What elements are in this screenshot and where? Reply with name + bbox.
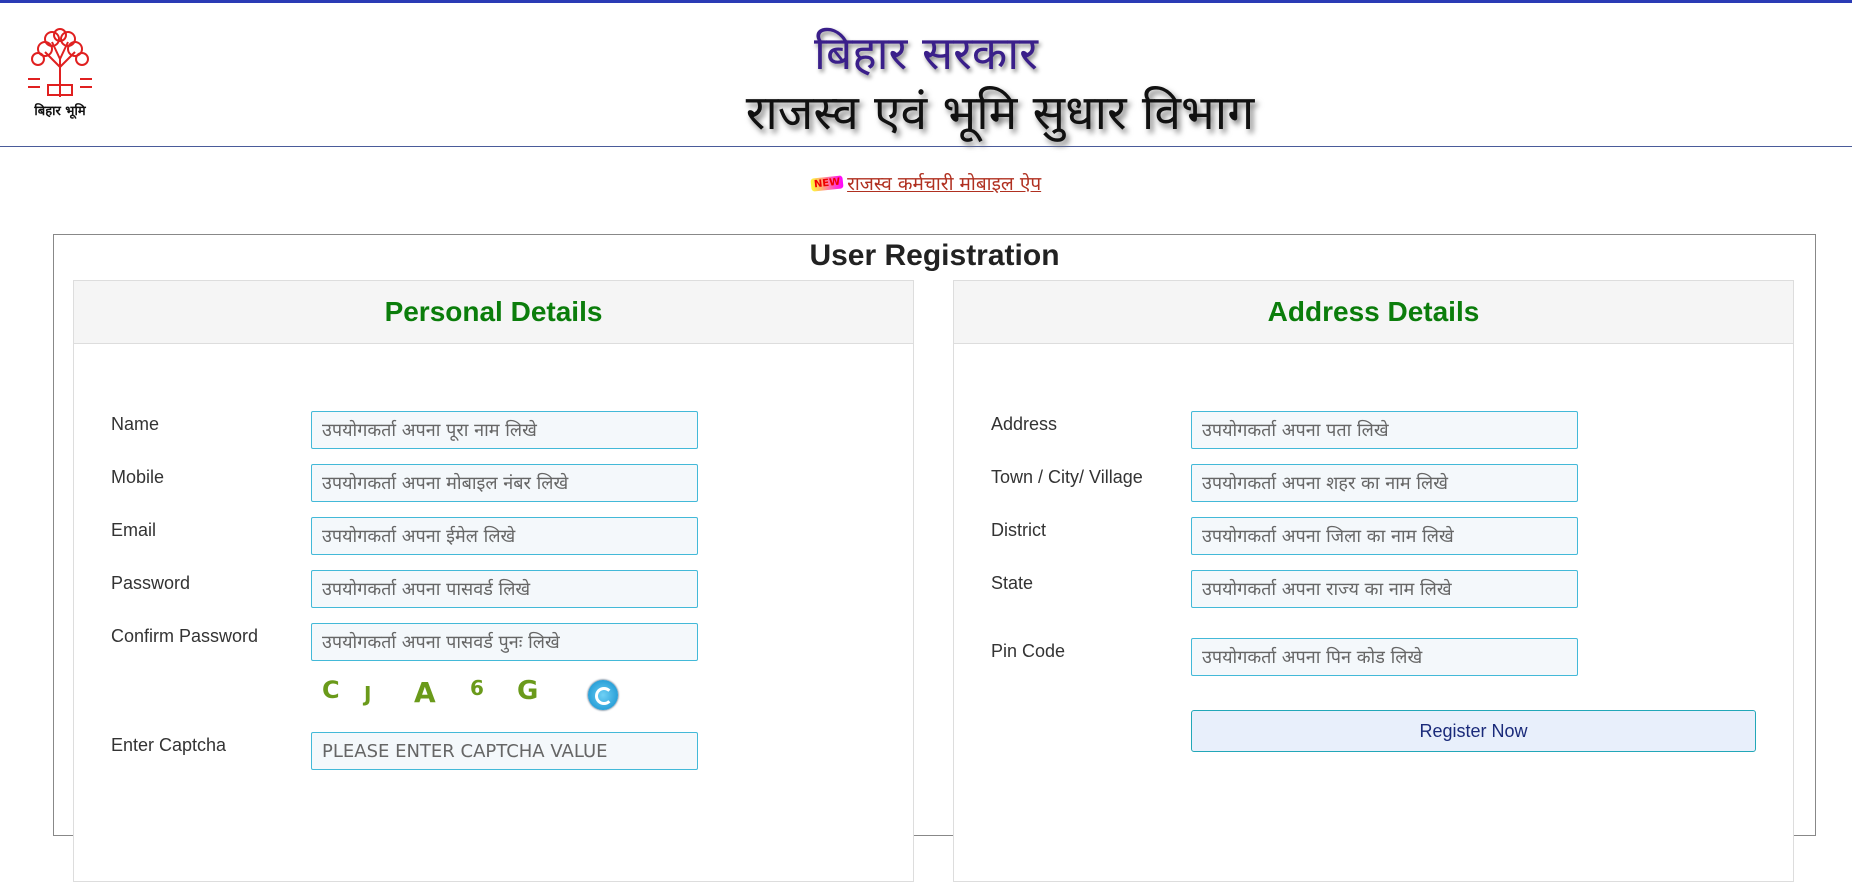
personal-details-heading: Personal Details	[74, 281, 913, 344]
name-input[interactable]	[311, 411, 698, 449]
captcha-char: A	[414, 676, 436, 709]
town-label: Town / City/ Village	[991, 467, 1143, 487]
state-label: State	[991, 573, 1034, 593]
mobile-app-link-row: NEW राजस्व कर्मचारी मोबाइल ऐप	[0, 170, 1852, 196]
mobile-app-link[interactable]: राजस्व कर्मचारी मोबाइल ऐप	[847, 173, 1041, 195]
mobile-label: Mobile	[111, 467, 165, 487]
password-label: Password	[111, 573, 191, 593]
mobile-input[interactable]	[311, 464, 698, 502]
password-input[interactable]	[311, 570, 698, 608]
captcha-label: Enter Captcha	[111, 735, 227, 755]
address-input[interactable]	[1191, 411, 1578, 449]
pin-code-label: Pin Code	[991, 641, 1066, 661]
town-input[interactable]	[1191, 464, 1578, 502]
captcha-char: C	[322, 676, 340, 704]
captcha-refresh-icon[interactable]	[588, 680, 618, 710]
header-title-department: राजस्व एवं भूमि सुधार विभाग	[745, 85, 1255, 141]
registration-form-container: User Registration Personal Details Name …	[53, 234, 1816, 882]
address-details-heading: Address Details	[954, 281, 1793, 344]
captcha-char: 6	[470, 676, 484, 700]
district-input[interactable]	[1191, 517, 1578, 555]
district-label: District	[991, 520, 1046, 540]
register-now-button[interactable]: Register Now	[1191, 710, 1756, 752]
name-label: Name	[111, 414, 160, 434]
personal-details-panel: Personal Details Name Mobile Email Passw…	[73, 280, 914, 882]
captcha-char: J	[364, 682, 372, 706]
confirm-password-input[interactable]	[311, 623, 698, 661]
email-input[interactable]	[311, 517, 698, 555]
address-details-panel: Address Details Address Town / City/ Vil…	[953, 280, 1794, 882]
captcha-char: G	[517, 676, 539, 706]
site-header: बिहार भूमि बिहार सरकार राजस्व एवं भूमि स…	[0, 3, 1852, 147]
header-title-govt: बिहार सरकार	[814, 26, 1038, 80]
email-label: Email	[111, 520, 157, 540]
page-title: User Registration	[809, 239, 1060, 272]
new-badge-icon: NEW	[810, 174, 844, 192]
captcha-input[interactable]	[311, 732, 698, 770]
pin-code-input[interactable]	[1191, 638, 1578, 676]
captcha-image: C J A 6 G	[322, 676, 622, 712]
address-label: Address	[991, 414, 1058, 434]
state-input[interactable]	[1191, 570, 1578, 608]
confirm-password-label: Confirm Password	[111, 626, 259, 646]
